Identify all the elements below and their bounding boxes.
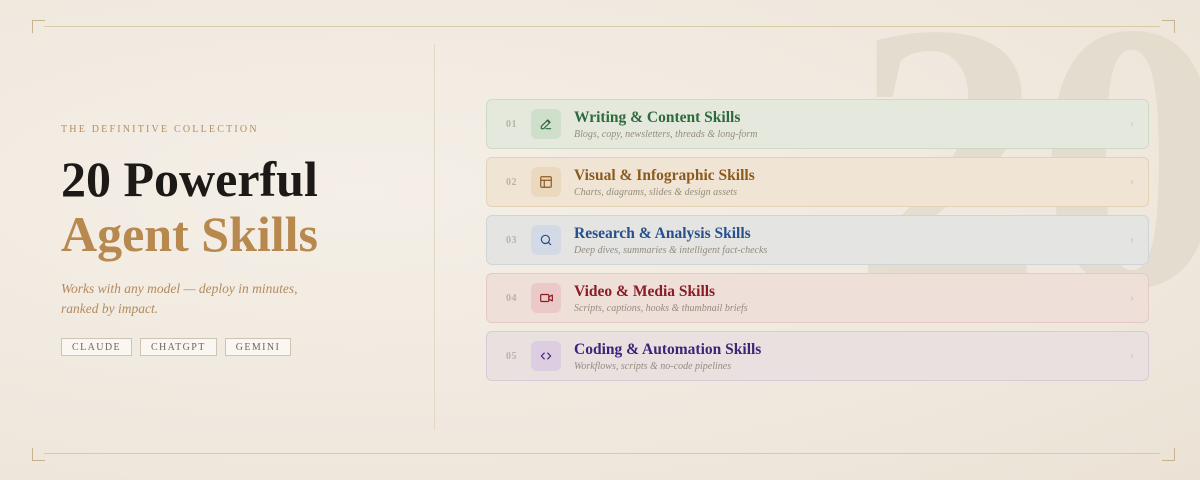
model-badges: CLAUDE CHATGPT GEMINI <box>61 338 292 356</box>
column-divider <box>434 44 435 430</box>
bottom-rule <box>44 453 1160 454</box>
skill-subtitle: Scripts, captions, hooks & thumbnail bri… <box>574 303 748 314</box>
badge-chatgpt: CHATGPT <box>139 338 217 356</box>
chevron-right-icon: › <box>1130 348 1134 362</box>
skill-number: 05 <box>506 351 517 362</box>
skill-number: 01 <box>506 119 517 130</box>
skill-title: Coding & Automation Skills <box>574 341 762 358</box>
search-icon <box>531 225 561 255</box>
skill-subtitle: Blogs, copy, newsletters, threads & long… <box>574 129 758 140</box>
skill-row-coding[interactable]: 05 Coding & Automation Skills Workflows,… <box>486 331 1149 381</box>
skill-title: Video & Media Skills <box>574 283 716 300</box>
chevron-right-icon: › <box>1130 116 1134 130</box>
skill-title: Visual & Infographic Skills <box>574 167 755 184</box>
skill-subtitle: Deep dives, summaries & intelligent fact… <box>574 245 768 256</box>
title-line-1: 20 Powerful <box>61 151 318 207</box>
corner-bottom-right <box>1162 448 1175 461</box>
skill-number: 04 <box>506 293 517 304</box>
badge-claude: CLAUDE <box>61 338 132 356</box>
skill-number: 02 <box>506 177 517 188</box>
skill-row-research[interactable]: 03 Research & Analysis Skills Deep dives… <box>486 215 1149 265</box>
skill-title: Writing & Content Skills <box>574 109 741 126</box>
corner-bottom-left <box>32 448 45 461</box>
pencil-icon <box>531 109 561 139</box>
skill-row-video[interactable]: 04 Video & Media Skills Scripts, caption… <box>486 273 1149 323</box>
skill-row-visual[interactable]: 02 Visual & Infographic Skills Charts, d… <box>486 157 1149 207</box>
eyebrow-label: THE DEFINITIVE COLLECTION <box>61 124 259 135</box>
skill-subtitle: Workflows, scripts & no-code pipelines <box>574 361 732 372</box>
skill-row-writing[interactable]: 01 Writing & Content Skills Blogs, copy,… <box>486 99 1149 149</box>
chevron-right-icon: › <box>1130 290 1134 304</box>
skill-number: 03 <box>506 235 517 246</box>
chevron-right-icon: › <box>1130 232 1134 246</box>
tagline: Works with any model — deploy in minutes… <box>61 281 298 316</box>
code-icon <box>531 341 561 371</box>
title-line-2: Agent Skills <box>61 206 319 262</box>
skill-subtitle: Charts, diagrams, slides & design assets <box>574 187 738 198</box>
badge-gemini: GEMINI <box>224 338 292 356</box>
corner-top-left <box>32 20 45 33</box>
layout-icon <box>531 167 561 197</box>
skill-title: Research & Analysis Skills <box>574 225 751 242</box>
video-icon <box>531 283 561 313</box>
chevron-right-icon: › <box>1130 174 1134 188</box>
